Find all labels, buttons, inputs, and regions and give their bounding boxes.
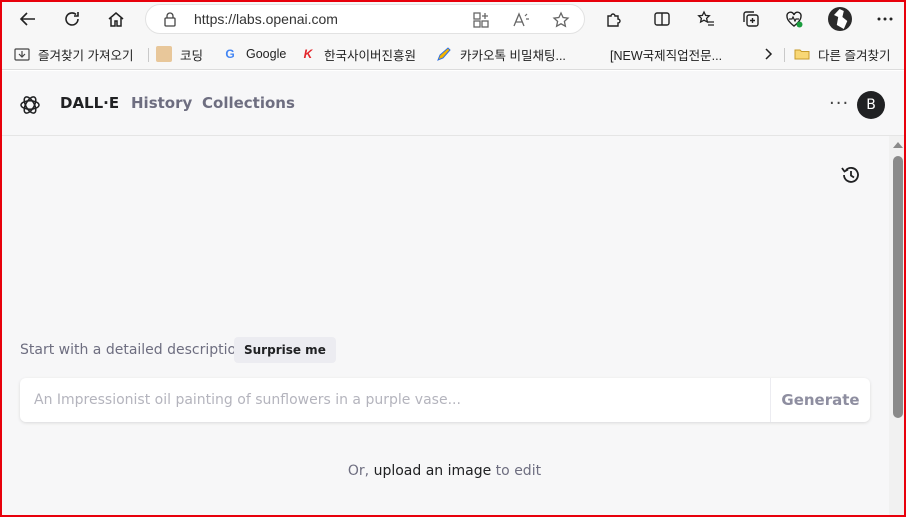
collections-icon: [743, 11, 759, 27]
scrollbar-thumb[interactable]: [893, 156, 903, 418]
home-icon: [108, 12, 124, 27]
app-header: DALL·E History Collections ··· B: [0, 71, 906, 136]
app-available-icon[interactable]: [472, 11, 490, 29]
url-text: https://labs.openai.com: [194, 11, 338, 27]
bookmark-new[interactable]: [NEW국제직업전문...: [586, 44, 722, 64]
bookmark-separator: [148, 48, 149, 62]
generate-button[interactable]: Generate: [771, 378, 870, 422]
user-avatar[interactable]: B: [857, 91, 885, 119]
folder-icon: [794, 46, 810, 62]
split-screen-button[interactable]: [651, 8, 673, 30]
upload-hint: Or, upload an image to edit: [347, 463, 542, 479]
prompt-label: Start with a detailed description: [20, 342, 245, 358]
history-icon[interactable]: [840, 164, 862, 186]
pen-favicon: [436, 46, 452, 62]
lock-icon: [164, 12, 176, 27]
google-favicon: G: [225, 47, 235, 61]
back-arrow-icon: [19, 12, 35, 26]
bookmarks-overflow-button[interactable]: [760, 44, 776, 64]
read-aloud-icon[interactable]: [512, 11, 530, 29]
favorites-button[interactable]: [695, 8, 717, 30]
bookmark-kisa[interactable]: K 한국사이버진흥원: [300, 44, 416, 64]
bookmark-import[interactable]: 즐겨찾기 가져오기: [14, 44, 133, 64]
more-options-button[interactable]: ···: [829, 93, 849, 114]
back-button[interactable]: [14, 6, 42, 32]
prompt-input[interactable]: [20, 378, 770, 422]
home-button[interactable]: [102, 6, 130, 32]
browser-toolbar: https://labs.openai.com: [0, 0, 906, 38]
scroll-up-arrow-icon[interactable]: [893, 142, 903, 148]
page-content: DALL·E History Collections ··· B Start w…: [0, 71, 906, 517]
bookmark-coding[interactable]: 코딩: [156, 44, 203, 64]
split-screen-icon: [654, 12, 670, 26]
settings-more-button[interactable]: [874, 8, 896, 30]
more-dots-icon: [877, 17, 893, 21]
browser-essentials-button[interactable]: [783, 8, 805, 30]
bookmark-separator: [784, 48, 785, 62]
favorite-star-icon[interactable]: [552, 11, 570, 29]
extensions-button[interactable]: [603, 8, 625, 30]
refresh-button[interactable]: [58, 6, 86, 32]
bookmark-google[interactable]: G Google: [222, 44, 286, 64]
openai-logo-icon[interactable]: [18, 93, 42, 117]
heart-pulse-icon: [786, 11, 803, 28]
brand-title[interactable]: DALL·E: [60, 94, 119, 112]
collections-button[interactable]: [740, 8, 762, 30]
bookmark-other-favorites[interactable]: 다른 즐겨찾기: [794, 44, 890, 64]
refresh-icon: [65, 12, 79, 26]
surprise-me-button[interactable]: Surprise me: [234, 337, 336, 363]
prompt-container: Generate: [20, 378, 870, 422]
nav-history[interactable]: History: [131, 94, 192, 112]
upload-image-link[interactable]: upload an image: [374, 463, 492, 479]
import-icon: [14, 46, 30, 62]
puzzle-icon: [607, 13, 621, 27]
bookmark-kakao[interactable]: 카카오톡 비밀채팅...: [436, 44, 566, 64]
nav-collections[interactable]: Collections: [202, 94, 295, 112]
chevron-right-icon: [765, 48, 773, 60]
dog-favicon: [156, 46, 172, 62]
profile-avatar[interactable]: [828, 7, 852, 31]
blank-favicon: [586, 46, 602, 62]
address-bar[interactable]: https://labs.openai.com: [145, 4, 585, 34]
bookmarks-bar: 즐겨찾기 가져오기 코딩 G Google K 한국사이버진흥원 카카오톡 비밀…: [0, 38, 906, 70]
k-favicon: K: [303, 47, 313, 61]
favorites-list-icon: [697, 10, 714, 26]
